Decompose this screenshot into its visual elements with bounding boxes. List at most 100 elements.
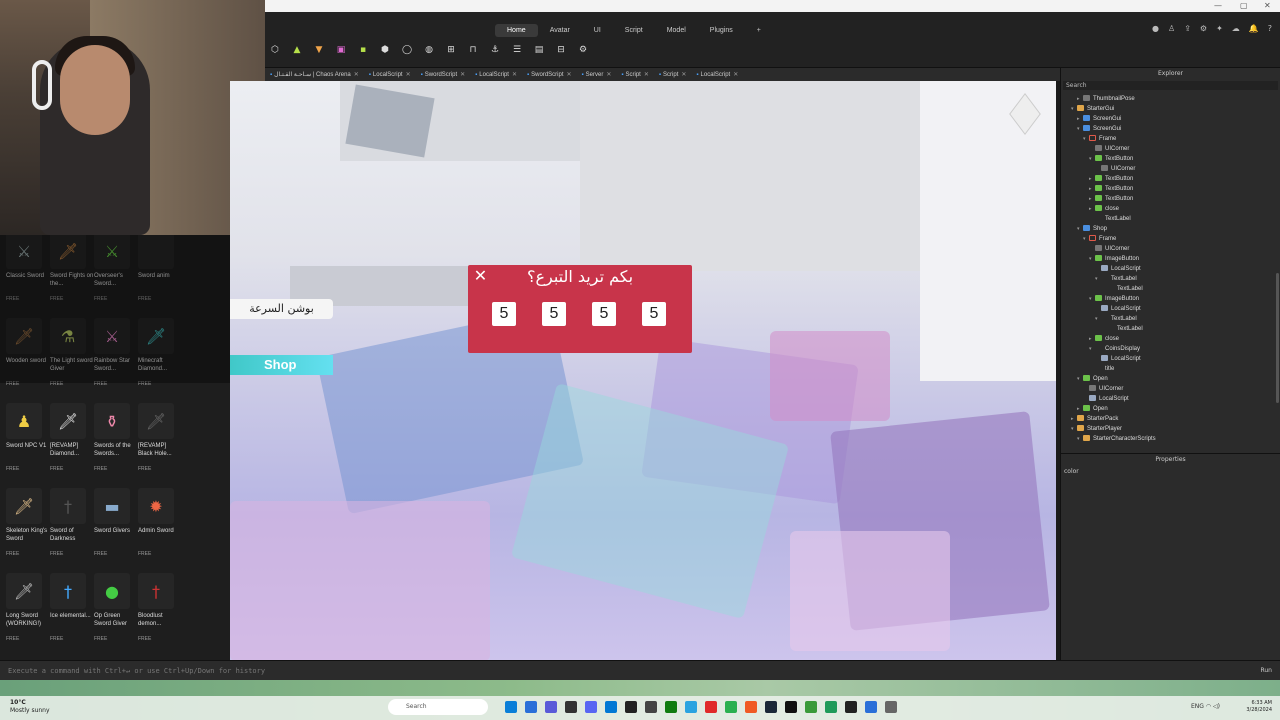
app-icon[interactable] bbox=[625, 701, 637, 713]
toolbox-item[interactable]: † Bloodlust demon... FREE bbox=[138, 573, 182, 648]
image-icon[interactable]: ▣ bbox=[335, 44, 347, 56]
script-tab[interactable]: ▪ LocalScript ✕ bbox=[470, 71, 522, 78]
explorer-tree-row[interactable]: ▾ StarterGui bbox=[1061, 104, 1280, 114]
explorer-tree-row[interactable]: ▸ TextButton bbox=[1061, 184, 1280, 194]
app-icon[interactable] bbox=[525, 701, 537, 713]
notification-icon[interactable]: 🔔 bbox=[1249, 24, 1259, 33]
script-tab[interactable]: ▪ سـاحـة القـتـال | Chaos Arena ✕ bbox=[265, 71, 364, 78]
explorer-tree-row[interactable]: TextLabel bbox=[1061, 214, 1280, 224]
circle-icon[interactable]: ◯ bbox=[401, 44, 413, 56]
share-icon[interactable]: ⇪ bbox=[1184, 24, 1191, 33]
terrain-icon[interactable]: ▼ bbox=[313, 44, 325, 56]
close-window-icon[interactable]: ✕ bbox=[1264, 0, 1271, 12]
command-bar[interactable]: Execute a command with Ctrl+↵ or use Ctr… bbox=[0, 660, 1280, 680]
explorer-tree-row[interactable]: ▸ TextButton bbox=[1061, 194, 1280, 204]
help-icon[interactable]: ? bbox=[1268, 24, 1272, 33]
toolbox-toggle-icon[interactable]: ⊟ bbox=[555, 44, 567, 56]
ribbon-tab[interactable]: Home bbox=[495, 24, 538, 37]
app-icon[interactable] bbox=[605, 701, 617, 713]
roblox-studio-icon[interactable] bbox=[845, 701, 857, 713]
explorer-tree-row[interactable]: ▾ TextButton bbox=[1061, 154, 1280, 164]
model-icon[interactable]: ⬢ bbox=[379, 44, 391, 56]
edge-icon[interactable] bbox=[505, 701, 517, 713]
explorer-tree-row[interactable]: ▾ TextLabel bbox=[1061, 314, 1280, 324]
script-tab[interactable]: ▪ LocalScript ✕ bbox=[691, 71, 743, 78]
close-tab-icon[interactable]: ✕ bbox=[460, 72, 465, 78]
toolbox-item[interactable]: ⚱ Swords of the Swords... FREE bbox=[94, 403, 138, 478]
chrome-icon[interactable] bbox=[725, 701, 737, 713]
taskbar-search-input[interactable]: Search bbox=[388, 699, 488, 715]
app-icon[interactable] bbox=[545, 701, 557, 713]
explorer-search-input[interactable]: Search bbox=[1063, 81, 1278, 90]
explorer-tree-row[interactable]: ▾ ImageButton bbox=[1061, 294, 1280, 304]
toolbox-item[interactable]: ▬ Sword Givers FREE bbox=[94, 488, 138, 563]
script-tab[interactable]: ▪ SwordScript ✕ bbox=[416, 71, 471, 78]
explorer-tree-row[interactable]: title bbox=[1061, 364, 1280, 374]
app-icon[interactable] bbox=[825, 701, 837, 713]
explorer-tree-row[interactable]: ▾ Shop bbox=[1061, 224, 1280, 234]
volume-icon[interactable]: ◁) bbox=[1213, 703, 1220, 710]
close-tab-icon[interactable]: ✕ bbox=[512, 72, 517, 78]
language-indicator[interactable]: ENG bbox=[1191, 703, 1204, 710]
ribbon-tab[interactable]: Script bbox=[613, 24, 655, 37]
close-tab-icon[interactable]: ✕ bbox=[733, 72, 738, 78]
app-icon[interactable] bbox=[565, 701, 577, 713]
explorer-tree-row[interactable]: ▾ TextLabel bbox=[1061, 274, 1280, 284]
script-tab[interactable]: ▪ SwordScript ✕ bbox=[522, 71, 577, 78]
explorer-tree-row[interactable]: ▾ Frame bbox=[1061, 234, 1280, 244]
toolbox-item[interactable]: 🗡 [REVAMP] Black Hole... FREE bbox=[138, 403, 182, 478]
explorer-tree-row[interactable]: TextLabel bbox=[1061, 324, 1280, 334]
xbox-icon[interactable] bbox=[665, 701, 677, 713]
app-icon[interactable] bbox=[645, 701, 657, 713]
explorer-tree-row[interactable]: LocalScript bbox=[1061, 394, 1280, 404]
toolbox-item[interactable]: 🗡 [REVAMP] Diamond... FREE bbox=[50, 403, 94, 478]
script-tab[interactable]: ▪ Server ✕ bbox=[577, 71, 617, 78]
cube-icon[interactable]: ⬡ bbox=[269, 44, 281, 56]
explorer-tree-row[interactable]: LocalScript bbox=[1061, 354, 1280, 364]
asset-manager-icon[interactable]: ⚙ bbox=[577, 44, 589, 56]
explorer-tree-row[interactable]: ▸ TextButton bbox=[1061, 174, 1280, 184]
close-tab-icon[interactable]: ✕ bbox=[406, 72, 411, 78]
explorer-tree-row[interactable]: ▸ ScreenGui bbox=[1061, 114, 1280, 124]
explorer-tree-row[interactable]: UICorner bbox=[1061, 244, 1280, 254]
explorer-tree-row[interactable]: ▾ StarterCharacterScripts bbox=[1061, 434, 1280, 444]
explorer-tree-row[interactable]: UICorner bbox=[1061, 384, 1280, 394]
toolbox-item[interactable]: † Sword of Darkness FREE bbox=[50, 488, 94, 563]
brave-icon[interactable] bbox=[745, 701, 757, 713]
record-icon[interactable]: ● bbox=[1152, 24, 1159, 33]
properties-filter-input[interactable]: color bbox=[1061, 465, 1280, 478]
explorer-tree-row[interactable]: UICorner bbox=[1061, 164, 1280, 174]
person-icon[interactable]: ♙ bbox=[1168, 24, 1175, 33]
ribbon-tab[interactable]: + bbox=[745, 24, 773, 37]
close-tab-icon[interactable]: ✕ bbox=[606, 72, 611, 78]
toolbox-item[interactable]: ♟ Sword NPC V1 FREE bbox=[6, 403, 50, 478]
toolbox-item[interactable]: 🗡 Long Sword (WORKING!) FREE bbox=[6, 573, 50, 648]
explorer-tree-row[interactable]: TextLabel bbox=[1061, 284, 1280, 294]
toolbox-item[interactable]: ● Op Green Sword Giver FREE bbox=[94, 573, 138, 648]
minecraft-icon[interactable] bbox=[805, 701, 817, 713]
explorer-tree-row[interactable]: ▸ close bbox=[1061, 334, 1280, 344]
speed-potion-button[interactable]: بوشن السرعة bbox=[230, 299, 333, 319]
donate-amount-button[interactable]: 5 bbox=[542, 302, 566, 326]
explorer-tree-row[interactable]: ▾ Open bbox=[1061, 374, 1280, 384]
game-viewport[interactable] bbox=[230, 81, 1056, 660]
properties-toggle-icon[interactable]: ▤ bbox=[533, 44, 545, 56]
script-tab[interactable]: ▪ LocalScript ✕ bbox=[364, 71, 416, 78]
app-icon[interactable] bbox=[885, 701, 897, 713]
close-tab-icon[interactable]: ✕ bbox=[567, 72, 572, 78]
explorer-tree-row[interactable]: LocalScript bbox=[1061, 264, 1280, 274]
explorer-tree-row[interactable]: ▾ StarterPlayer bbox=[1061, 424, 1280, 434]
donate-amount-button[interactable]: 5 bbox=[492, 302, 516, 326]
explorer-scrollbar[interactable] bbox=[1276, 273, 1279, 403]
ribbon-tab[interactable]: Model bbox=[655, 24, 698, 37]
anchor-icon[interactable]: ⚓ bbox=[489, 44, 501, 56]
app-icon[interactable] bbox=[865, 701, 877, 713]
explorer-toggle-icon[interactable]: ☰ bbox=[511, 44, 523, 56]
color-icon[interactable]: ◍ bbox=[423, 44, 435, 56]
steam-icon[interactable] bbox=[765, 701, 777, 713]
shop-button[interactable]: Shop bbox=[230, 355, 333, 375]
toolbox-item[interactable]: 🗡 Skeleton King's Sword FREE bbox=[6, 488, 50, 563]
maximize-icon[interactable]: ▢ bbox=[1240, 0, 1248, 12]
script-tab[interactable]: ▪ Script ✕ bbox=[616, 71, 654, 78]
close-tab-icon[interactable]: ✕ bbox=[644, 72, 649, 78]
